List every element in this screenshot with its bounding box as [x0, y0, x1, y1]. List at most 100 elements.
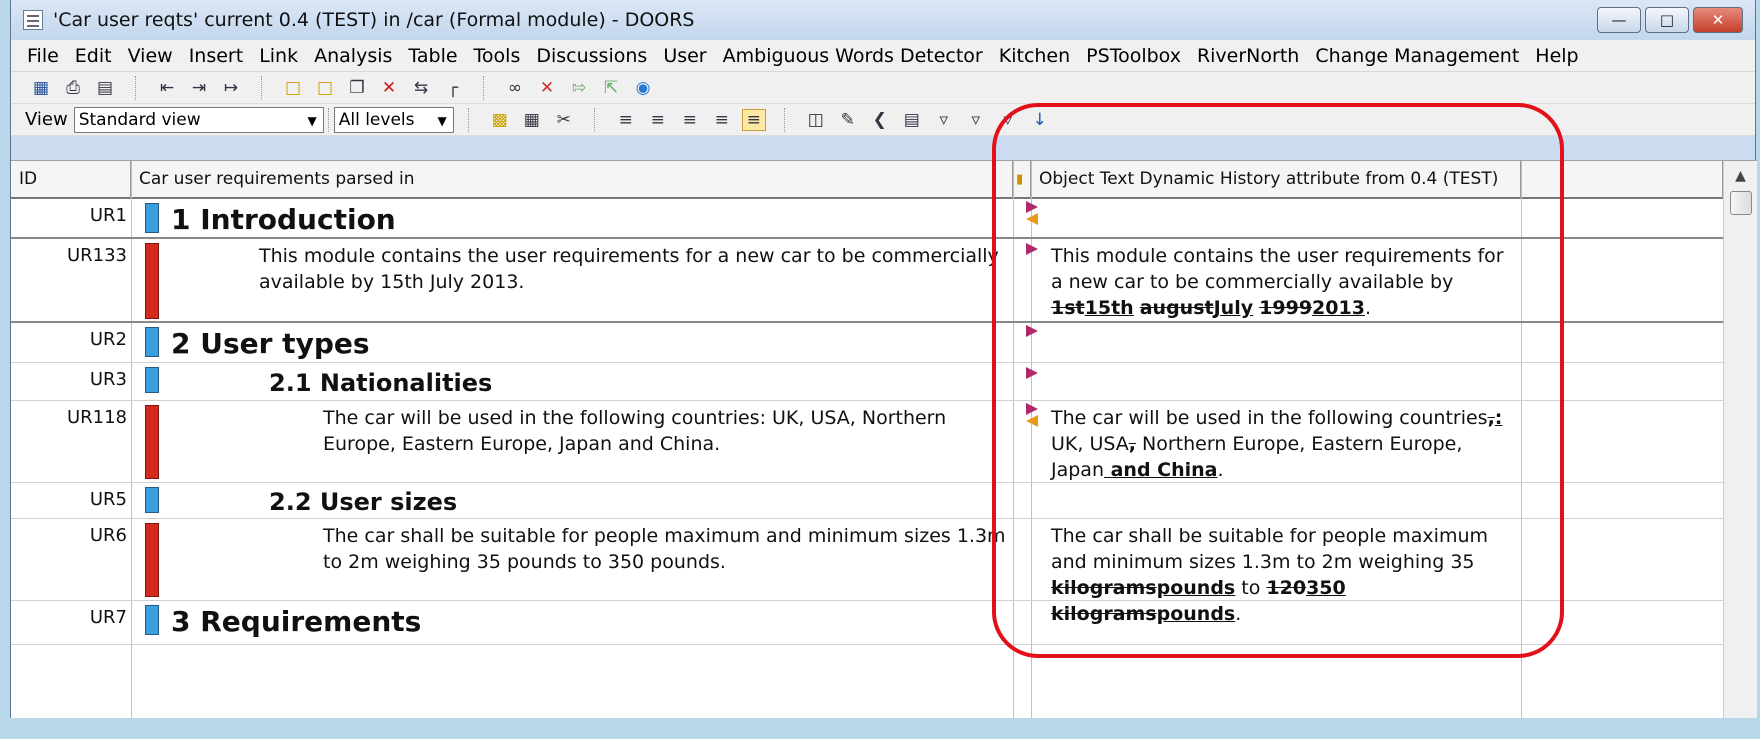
minimize-button[interactable]: —	[1597, 7, 1641, 33]
table-row[interactable]: UR6 The car shall be suitable for people…	[11, 519, 1723, 625]
close-button[interactable]: ✕	[1693, 7, 1743, 33]
link-in-icon[interactable]: ⇰	[567, 77, 591, 99]
share-icon[interactable]: ❮	[868, 109, 892, 131]
column-header-blank	[1521, 161, 1723, 199]
cut-icon[interactable]: ✂	[552, 109, 576, 131]
menu-help[interactable]: Help	[1527, 45, 1586, 67]
requirement-marker-icon	[145, 405, 159, 479]
page-setup-icon[interactable]: ▤	[93, 77, 117, 99]
change-flag-icon	[1026, 201, 1038, 213]
insert-below-icon[interactable]: □	[313, 77, 337, 99]
table-row[interactable]: UR118 The car will be used in the follow…	[11, 401, 1723, 483]
align-right-icon[interactable]: ≡	[646, 109, 670, 131]
column-header-id[interactable]: ID	[11, 161, 131, 199]
table-row[interactable]: UR3 2.1 Nationalities	[11, 363, 1723, 401]
copy-object-icon[interactable]: ❐	[345, 77, 369, 99]
delete-object-icon[interactable]: ✕	[377, 77, 401, 99]
table-icon[interactable]: ▦	[520, 109, 544, 131]
demote-icon[interactable]: ⇥	[187, 77, 211, 99]
maximize-button[interactable]: □	[1645, 7, 1689, 33]
table-row[interactable]: UR1 1 Introduction	[11, 199, 1723, 239]
object-id: UR7	[89, 607, 127, 628]
object-id: UR5	[89, 489, 127, 510]
view-select[interactable]: Standard view ▼	[73, 106, 324, 133]
unlink-icon[interactable]: ✕	[535, 77, 559, 99]
toolbar-view: View Standard view ▼ All levels ▼ ▩ ▦ ✂ …	[11, 104, 1755, 136]
save-icon[interactable]: ▦	[29, 77, 53, 99]
menu-insert[interactable]: Insert	[181, 45, 252, 67]
globe-icon[interactable]: ◉	[631, 77, 655, 99]
scroll-up-icon[interactable]: ▲	[1724, 161, 1757, 191]
menu-edit[interactable]: Edit	[67, 45, 120, 67]
menu-link[interactable]: Link	[251, 45, 306, 67]
column-icon[interactable]: ◫	[804, 109, 828, 131]
heading-marker-icon	[145, 203, 159, 233]
split-icon[interactable]: ⇆	[409, 77, 433, 99]
toolbar-separator	[327, 107, 330, 132]
requirement-text: The car will be used in the following co…	[323, 407, 947, 455]
menu-file[interactable]: File	[19, 45, 67, 67]
history-icon[interactable]: ▤	[900, 109, 924, 131]
heading-text: 2.2 User sizes	[269, 488, 458, 516]
align-center-icon[interactable]: ≡	[678, 109, 702, 131]
toolbar-main: ▦ ⎙ ▤ ⇤ ⇥ ↦ □ □ ❐ ✕ ⇆ ┌ ∞ ✕ ⇰ ⇱ ◉	[11, 72, 1755, 104]
menu-view[interactable]: View	[120, 45, 181, 67]
title-bar: 'Car user reqts' current 0.4 (TEST) in /…	[11, 0, 1755, 40]
table-row[interactable]: UR7 3 Requirements	[11, 601, 1723, 645]
align-left-icon[interactable]: ≡	[614, 109, 638, 131]
change-flag-icon	[1026, 325, 1038, 337]
history-text: The car will be used in the following co…	[1051, 407, 1503, 481]
word-wrap-icon[interactable]: ≡	[741, 108, 766, 131]
menu-analysis[interactable]: Analysis	[306, 45, 400, 67]
column-header-main[interactable]: Car user requirements parsed in	[131, 161, 1013, 199]
menu-pstoolbox[interactable]: PSToolbox	[1078, 45, 1189, 67]
column-header-history[interactable]: Object Text Dynamic History attribute fr…	[1031, 161, 1521, 199]
menu-table[interactable]: Table	[400, 45, 465, 67]
menu-discussions[interactable]: Discussions	[528, 45, 655, 67]
object-id: UR2	[89, 329, 127, 350]
link-out-icon[interactable]: ⇱	[599, 77, 623, 99]
menu-tools[interactable]: Tools	[466, 45, 529, 67]
filter-icon[interactable]: ▿	[932, 109, 956, 131]
toolbar-separator	[261, 75, 263, 100]
change-flag-icon	[1026, 213, 1038, 225]
insert-object-icon[interactable]: □	[281, 77, 305, 99]
levels-select[interactable]: All levels ▼	[333, 106, 454, 133]
table-row[interactable]: UR133 This module contains the user requ…	[11, 239, 1723, 323]
table-row[interactable]: UR2 2 User types	[11, 323, 1723, 363]
menu-ambiguous-words-detector[interactable]: Ambiguous Words Detector	[715, 45, 991, 67]
view-label: View	[25, 109, 68, 130]
change-flag-icon	[1026, 243, 1038, 255]
scroll-thumb[interactable]	[1730, 191, 1752, 215]
toolbar-separator	[783, 107, 786, 132]
sort-icon[interactable]: ↓	[1028, 109, 1052, 131]
object-id: UR133	[66, 245, 127, 266]
object-id: UR1	[89, 205, 127, 226]
chart-icon[interactable]: ▩	[488, 109, 512, 131]
heading-text: 1 Introduction	[171, 203, 396, 236]
table-row[interactable]: UR5 2.2 User sizes	[11, 483, 1723, 519]
menu-rivernorth[interactable]: RiverNorth	[1189, 45, 1307, 67]
menu-kitchen[interactable]: Kitchen	[991, 45, 1078, 67]
link-icon[interactable]: ∞	[503, 77, 527, 99]
toolbar-separator	[467, 107, 470, 132]
promote-icon[interactable]: ⇤	[155, 77, 179, 99]
menu-user[interactable]: User	[655, 45, 714, 67]
edit-column-icon[interactable]: ✎	[836, 109, 860, 131]
indent-icon[interactable]: ↦	[219, 77, 243, 99]
object-id: UR6	[89, 525, 127, 546]
menu-change-management[interactable]: Change Management	[1307, 45, 1527, 67]
vertical-scrollbar[interactable]: ▲	[1723, 161, 1757, 718]
toolbar-separator	[483, 75, 485, 100]
column-header-change-bar: ▮	[1013, 161, 1031, 199]
hierarchy-icon[interactable]: ┌	[441, 77, 465, 99]
menu-bar: File Edit View Insert Link Analysis Tabl…	[11, 40, 1755, 72]
print-icon[interactable]: ⎙	[61, 77, 85, 99]
window-title: 'Car user reqts' current 0.4 (TEST) in /…	[53, 9, 695, 31]
heading-marker-icon	[145, 605, 159, 635]
justify-icon[interactable]: ≡	[710, 109, 734, 131]
filter-clear-icon[interactable]: ▿	[996, 109, 1020, 131]
toolbar-separator	[593, 107, 596, 132]
heading-text: 2 User types	[171, 327, 370, 360]
filter-edit-icon[interactable]: ▿	[964, 109, 988, 131]
